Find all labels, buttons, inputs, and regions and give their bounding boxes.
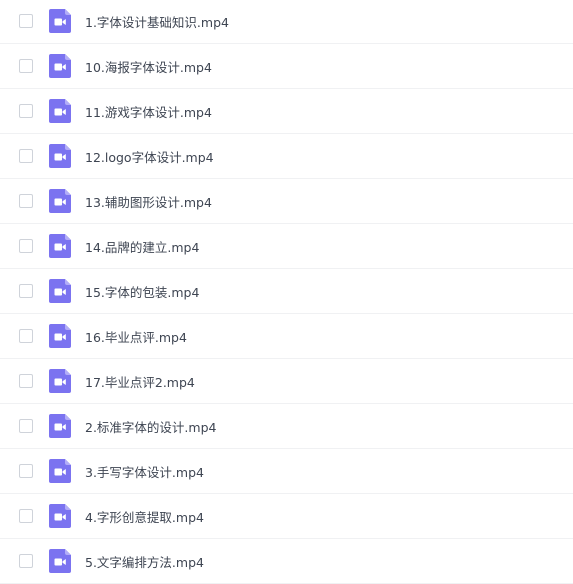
file-row-10[interactable]: 2.标准字体的设计.mp4 <box>0 404 573 449</box>
file-row-6[interactable]: 14.品牌的建立.mp4 <box>0 224 573 269</box>
file-name[interactable]: 3.手写字体设计.mp4 <box>85 462 204 481</box>
file-name[interactable]: 13.辅助图形设计.mp4 <box>85 192 212 211</box>
video-file-icon <box>49 414 71 438</box>
file-name[interactable]: 16.毕业点评.mp4 <box>85 327 187 346</box>
file-checkbox[interactable] <box>19 464 33 478</box>
video-file-icon <box>49 9 71 33</box>
file-name[interactable]: 5.文字编排方法.mp4 <box>85 552 204 571</box>
video-file-icon <box>49 459 71 483</box>
file-row-5[interactable]: 13.辅助图形设计.mp4 <box>0 179 573 224</box>
file-checkbox[interactable] <box>19 14 33 28</box>
file-list: 1.字体设计基础知识.mp4 10.海报字体设计.mp4 11.游戏字体设计.m… <box>0 0 573 584</box>
file-row-4[interactable]: 12.logo字体设计.mp4 <box>0 134 573 179</box>
file-name[interactable]: 11.游戏字体设计.mp4 <box>85 102 212 121</box>
file-name[interactable]: 17.毕业点评2.mp4 <box>85 372 195 391</box>
file-name[interactable]: 1.字体设计基础知识.mp4 <box>85 12 229 31</box>
video-file-icon <box>49 369 71 393</box>
file-row-12[interactable]: 4.字形创意提取.mp4 <box>0 494 573 539</box>
video-file-icon <box>49 324 71 348</box>
file-checkbox[interactable] <box>19 59 33 73</box>
file-row-2[interactable]: 10.海报字体设计.mp4 <box>0 44 573 89</box>
file-checkbox[interactable] <box>19 149 33 163</box>
file-checkbox[interactable] <box>19 509 33 523</box>
file-row-1[interactable]: 1.字体设计基础知识.mp4 <box>0 0 573 44</box>
file-row-9[interactable]: 17.毕业点评2.mp4 <box>0 359 573 404</box>
file-row-7[interactable]: 15.字体的包装.mp4 <box>0 269 573 314</box>
video-file-icon <box>49 144 71 168</box>
file-name[interactable]: 12.logo字体设计.mp4 <box>85 147 214 166</box>
file-checkbox[interactable] <box>19 194 33 208</box>
video-file-icon <box>49 504 71 528</box>
video-file-icon <box>49 234 71 258</box>
video-file-icon <box>49 99 71 123</box>
file-checkbox[interactable] <box>19 419 33 433</box>
file-checkbox[interactable] <box>19 284 33 298</box>
file-row-11[interactable]: 3.手写字体设计.mp4 <box>0 449 573 494</box>
file-checkbox[interactable] <box>19 104 33 118</box>
video-file-icon <box>49 189 71 213</box>
file-checkbox[interactable] <box>19 374 33 388</box>
file-name[interactable]: 2.标准字体的设计.mp4 <box>85 417 216 436</box>
video-file-icon <box>49 549 71 573</box>
file-row-13[interactable]: 5.文字编排方法.mp4 <box>0 539 573 584</box>
video-file-icon <box>49 279 71 303</box>
file-row-3[interactable]: 11.游戏字体设计.mp4 <box>0 89 573 134</box>
file-name[interactable]: 10.海报字体设计.mp4 <box>85 57 212 76</box>
file-checkbox[interactable] <box>19 329 33 343</box>
file-row-8[interactable]: 16.毕业点评.mp4 <box>0 314 573 359</box>
video-file-icon <box>49 54 71 78</box>
file-checkbox[interactable] <box>19 554 33 568</box>
file-name[interactable]: 14.品牌的建立.mp4 <box>85 237 199 256</box>
file-checkbox[interactable] <box>19 239 33 253</box>
file-name[interactable]: 15.字体的包装.mp4 <box>85 282 199 301</box>
file-name[interactable]: 4.字形创意提取.mp4 <box>85 507 204 526</box>
